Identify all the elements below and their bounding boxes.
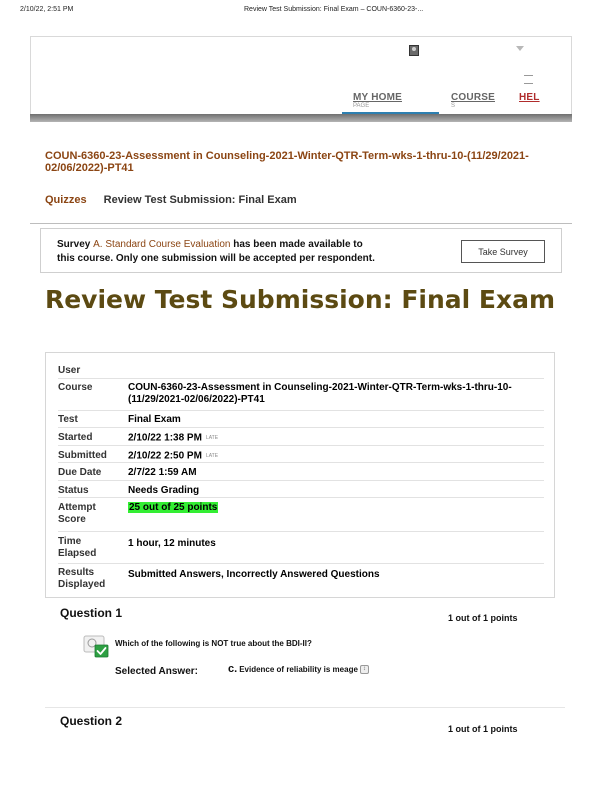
detail-value-test: Final Exam [128,414,181,425]
survey-text: Survey A. Standard Course Evaluation has… [57,238,457,266]
detail-label-time-elapsed: Time Elapsed [58,536,97,559]
selected-answer-letter: c. [228,663,238,675]
detail-row-test: Test Final Exam [58,411,544,428]
top-navigation: MY HOME PAGE COURSE S HEL [30,36,572,116]
tab-help[interactable]: HEL [519,92,540,103]
detail-label-test: Test [58,414,78,425]
expand-icon[interactable]: ↕ [359,665,369,675]
selected-answer-label: Selected Answer: [115,666,198,677]
detail-row-status: Status Needs Grading [58,481,544,498]
score-highlight: 25 out of 25 points [128,502,219,513]
breadcrumb-current: Review Test Submission: Final Exam [103,194,297,206]
detail-value-submitted: 2/10/22 2:50 PM LATE [128,450,538,463]
selected-answer: c. Evidence of reliability is meage ↕ [228,663,369,675]
detail-value-results: Submitted Answers, Incorrectly Answered … [128,569,380,580]
survey-prefix: Survey [57,239,91,250]
breadcrumb: Quizzes Review Test Submission: Final Ex… [45,194,297,206]
print-header: 2/10/22, 2:51 PM Review Test Submission:… [0,6,600,18]
detail-label-status: Status [58,485,89,496]
question-2-points: 1 out of 1 points [448,724,518,734]
survey-link[interactable]: A. Standard Course Evaluation [93,239,230,250]
divider [45,707,565,708]
tab-my-home-clipped: PAGE [353,103,370,109]
question-1-points: 1 out of 1 points [448,613,518,623]
detail-row-started: Started 2/10/22 1:38 PM LATE [58,428,544,446]
detail-value-status: Needs Grading [128,485,200,496]
menu-icon[interactable] [524,75,533,76]
detail-label-due-date: Due Date [58,467,102,478]
detail-row-results: Results Displayed Submitted Answers, Inc… [58,564,544,594]
detail-value-course: COUN-6360-23-Assessment in Counseling-20… [128,382,512,405]
started-time: 2/10/22 1:38 PM [128,432,202,444]
detail-label-user: User [58,365,81,376]
detail-label-score: Attempt Score [58,502,96,525]
divider [30,223,572,224]
detail-row-time-elapsed: Time Elapsed 1 hour, 12 minutes [58,532,544,564]
late-badge: LATE [205,453,219,459]
survey-text-1: has been made available to [230,239,363,250]
survey-banner: Survey A. Standard Course Evaluation has… [40,228,562,273]
detail-value-time-elapsed: 1 hour, 12 minutes [128,538,216,549]
print-timestamp: 2/10/22, 2:51 PM [20,6,74,13]
tab-courses[interactable]: COURSE [451,92,495,103]
detail-value-due-date: 2/7/22 1:59 AM [128,467,197,478]
detail-row-user: User [58,361,544,379]
detail-label-course: Course [58,382,93,393]
tab-my-home[interactable]: MY HOME [353,92,402,103]
tab-courses-clipped: S [451,103,456,109]
page-title: Review Test Submission: Final Exam [44,285,556,314]
survey-text-2: this course. Only one submission will be… [57,253,375,264]
correct-answer-icon [83,635,109,658]
detail-row-submitted: Submitted 2/10/22 2:50 PM LATE [58,446,544,463]
print-page-title: Review Test Submission: Final Exam – COU… [244,6,424,13]
detail-label-started: Started [58,432,93,443]
header-divider-bar [30,114,572,122]
selected-answer-text: Evidence of reliability is meage [239,665,358,674]
late-badge: LATE [205,435,219,441]
detail-value-score: 25 out of 25 points [128,502,538,514]
detail-row-due-date: Due Date 2/7/22 1:59 AM [58,463,544,481]
detail-value-started: 2/10/22 1:38 PM LATE [128,432,538,445]
menu-icon-bar [524,83,533,84]
take-survey-button[interactable]: Take Survey [461,240,545,263]
course-title[interactable]: COUN-6360-23-Assessment in Counseling-20… [45,150,565,174]
breadcrumb-quizzes[interactable]: Quizzes [45,194,87,206]
detail-label-submitted: Submitted [58,450,107,461]
chevron-down-icon[interactable] [516,46,524,51]
question-1-title: Question 1 [60,606,123,620]
submission-details: User Course COUN-6360-23-Assessment in C… [45,352,555,598]
detail-label-results: Results Displayed [58,567,106,590]
question-2-title: Question 2 [60,714,123,728]
detail-row-course: Course COUN-6360-23-Assessment in Counse… [58,379,544,411]
avatar-icon[interactable] [409,45,419,56]
submitted-time: 2/10/22 2:50 PM [128,450,202,462]
detail-row-score: Attempt Score 25 out of 25 points [58,498,544,532]
question-1-text: Which of the following is NOT true about… [115,639,312,648]
